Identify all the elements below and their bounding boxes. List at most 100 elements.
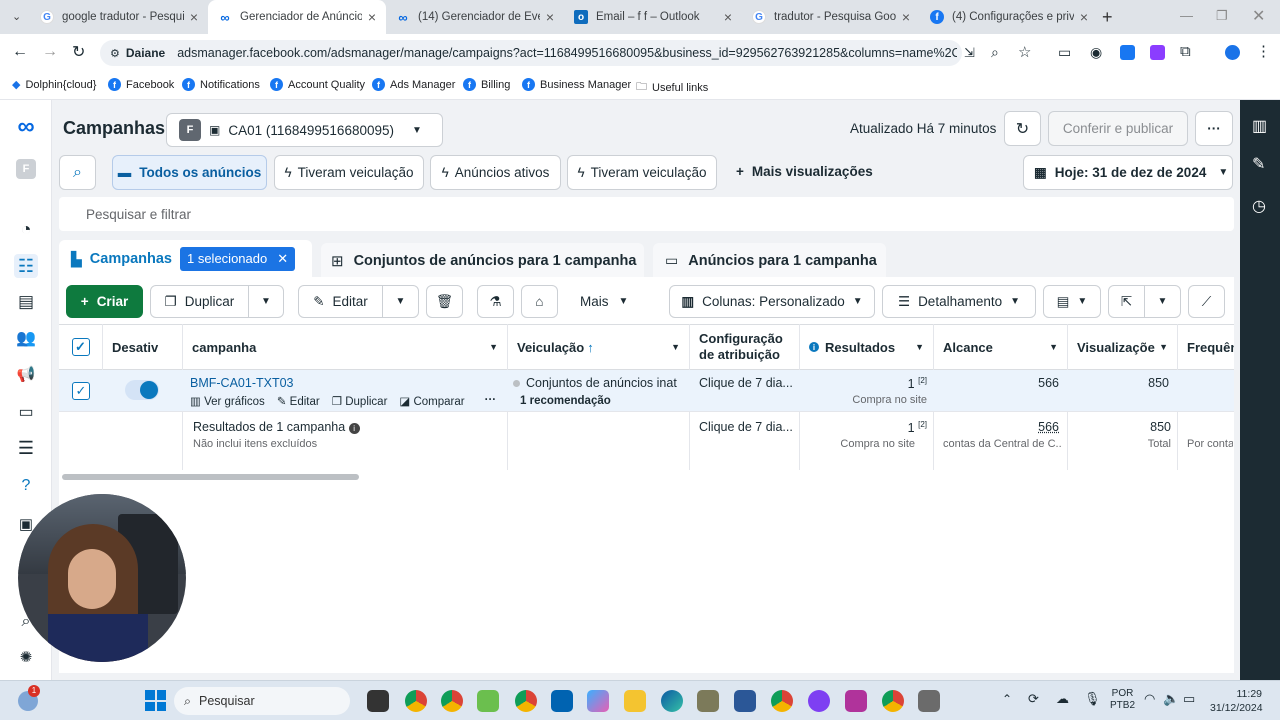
- tray-sync-icon[interactable]: ⟳: [1028, 691, 1039, 707]
- store-icon[interactable]: [551, 690, 573, 712]
- col-frequency[interactable]: Frequên: [1178, 324, 1234, 370]
- reload-icon[interactable]: ↻: [72, 42, 85, 62]
- profile-avatar-icon[interactable]: [1225, 45, 1240, 60]
- close-window-icon[interactable]: ✕: [1252, 6, 1265, 26]
- language-indicator[interactable]: POR PTB2: [1110, 688, 1135, 712]
- windows-start-icon[interactable]: [145, 690, 166, 711]
- refresh-button[interactable]: ↻: [1004, 111, 1041, 146]
- browser-menu-icon[interactable]: ⋮: [1256, 42, 1271, 60]
- overview-gauge-icon[interactable]: ◔: [14, 217, 38, 241]
- duplicate-button[interactable]: ❐ Duplicar: [150, 285, 249, 318]
- chart-button[interactable]: ⟋: [1188, 285, 1225, 318]
- extension-d-icon[interactable]: [1120, 45, 1135, 60]
- col-reach[interactable]: Alcance ▼: [934, 324, 1068, 370]
- horizontal-scrollbar[interactable]: [62, 474, 359, 480]
- campaign-toggle[interactable]: [125, 380, 159, 400]
- app-icon[interactable]: [845, 690, 867, 712]
- reports-button[interactable]: ▤ ▼: [1043, 285, 1101, 318]
- meta-logo-icon[interactable]: ∞: [10, 113, 42, 140]
- columns-button[interactable]: ▥ Colunas: Personalizado ▼: [669, 285, 875, 318]
- row-more-icon[interactable]: ···: [485, 394, 497, 408]
- site-info-icon[interactable]: ⚙: [110, 47, 120, 60]
- col-results[interactable]: i Resultados ▼: [800, 324, 934, 370]
- campaigns-table-icon[interactable]: ☷: [14, 254, 38, 278]
- audiences-icon[interactable]: 👥: [14, 326, 38, 350]
- tray-network-icon[interactable]: ☁: [1056, 691, 1069, 707]
- browser-tab[interactable]: G google tradutor - Pesquisa ×: [30, 0, 208, 34]
- tray-chevron-icon[interactable]: ⌃: [1002, 692, 1012, 706]
- bookmark-star-icon[interactable]: ☆: [1018, 43, 1031, 61]
- back-icon[interactable]: ←: [12, 43, 28, 61]
- bookmark-item[interactable]: f Business Manager: [522, 78, 631, 91]
- volume-icon[interactable]: 🔈: [1163, 691, 1179, 707]
- history-panel-icon[interactable]: ◷: [1252, 196, 1266, 216]
- bookmark-item[interactable]: ◆ Dolphin{cloud}: [12, 78, 96, 92]
- col-campaign[interactable]: campanha ▼: [183, 324, 508, 370]
- task-view-icon[interactable]: [367, 690, 389, 712]
- date-range-picker[interactable]: ▦ Hoje: 31 de dez de 2024 ▼: [1023, 155, 1233, 190]
- campaign-name-link[interactable]: BMF-CA01-TXT03: [190, 376, 294, 390]
- address-bar[interactable]: ⚙ Daiane adsmanager.facebook.com/adsmana…: [100, 40, 962, 66]
- chrome-icon[interactable]: [515, 690, 537, 712]
- install-app-icon[interactable]: ⇲: [964, 45, 975, 61]
- clear-selection-icon[interactable]: ✕: [277, 251, 288, 267]
- close-tab-icon[interactable]: ×: [724, 9, 732, 25]
- edit-button[interactable]: ✎ Editar: [298, 285, 383, 318]
- bookmark-item[interactable]: f Account Quality: [270, 78, 365, 91]
- tray-mic-icon[interactable]: 🎙: [1084, 691, 1101, 707]
- tab-adsets[interactable]: ⊞ Conjuntos de anúncios para 1 campanha: [321, 243, 644, 278]
- forward-icon[interactable]: →: [42, 43, 58, 61]
- view-delivered-button[interactable]: ϟ Tiveram veiculação: [274, 155, 424, 190]
- chrome-icon[interactable]: [771, 690, 793, 712]
- select-all-checkbox[interactable]: ✓: [71, 338, 90, 356]
- megaphone-icon[interactable]: 📢: [14, 362, 38, 386]
- minimize-icon[interactable]: —: [1180, 8, 1193, 23]
- more-actions-button[interactable]: Mais ▼: [580, 294, 628, 309]
- ab-test-button[interactable]: ⚗: [477, 285, 514, 318]
- account-avatar[interactable]: F: [16, 159, 36, 179]
- recommendation-link[interactable]: 1 recomendação: [520, 395, 611, 407]
- create-button[interactable]: + Criar: [66, 285, 143, 318]
- view-charts-link[interactable]: ▥ Ver gráficos: [190, 394, 265, 408]
- browser-tab[interactable]: f (4) Configurações e privac ×: [920, 0, 1098, 34]
- close-tab-icon[interactable]: ×: [368, 9, 376, 25]
- chrome-icon[interactable]: [882, 690, 904, 712]
- edit-panel-icon[interactable]: ✎: [1252, 154, 1265, 174]
- browser-tab-active[interactable]: ∞ Gerenciador de Anúncios - ×: [208, 0, 386, 34]
- taskbar-search[interactable]: ⌕ Pesquisar: [174, 687, 350, 715]
- billing-card-icon[interactable]: ▭: [14, 400, 38, 424]
- battery-icon[interactable]: ▭: [1183, 691, 1195, 707]
- all-tools-menu-icon[interactable]: ☰: [14, 436, 38, 460]
- review-publish-button[interactable]: Conferir e publicar: [1048, 111, 1188, 146]
- tab-ads[interactable]: ▭ Anúncios para 1 campanha: [653, 243, 886, 278]
- close-tab-icon[interactable]: ×: [190, 9, 198, 25]
- duplicate-link[interactable]: ❐ Duplicar: [332, 394, 388, 408]
- chrome-icon[interactable]: [405, 690, 427, 712]
- edge-icon[interactable]: [661, 690, 683, 712]
- account-selector[interactable]: F ▣ CA01 (1168499516680095) ▼: [166, 113, 443, 147]
- extension-d2-icon[interactable]: [1150, 45, 1165, 60]
- clock[interactable]: 11:29 31/12/2024: [1210, 687, 1263, 715]
- file-explorer-icon[interactable]: [624, 690, 646, 712]
- search-button[interactable]: ⌕: [59, 155, 96, 190]
- zoom-icon[interactable]: ⌕: [991, 44, 999, 61]
- view-delivered-2-button[interactable]: ϟ Tiveram veiculação: [567, 155, 717, 190]
- bookmark-item[interactable]: f Facebook: [108, 78, 174, 91]
- tab-search-button[interactable]: ⌄: [12, 10, 21, 23]
- export-dropdown[interactable]: ▼: [1144, 285, 1181, 318]
- compare-link[interactable]: ◪ Comparar: [399, 394, 464, 408]
- extensions-puzzle-icon[interactable]: ⧉: [1180, 43, 1191, 60]
- browser-tab[interactable]: o Email – f f – Outlook ×: [564, 0, 742, 34]
- col-attribution[interactable]: Configuração de atribuição: [690, 324, 800, 370]
- row-checkbox[interactable]: ✓: [72, 382, 90, 400]
- maximize-icon[interactable]: ❐: [1216, 8, 1228, 24]
- browser-tab[interactable]: G tradutor - Pesquisa Google ×: [742, 0, 920, 34]
- search-filter-input[interactable]: Pesquisar e filtrar: [59, 197, 1234, 231]
- tab-campaigns[interactable]: ▙ Campanhas 1 selecionado ✕: [59, 240, 312, 278]
- close-tab-icon[interactable]: ×: [902, 9, 910, 25]
- more-options-button[interactable]: ···: [1195, 111, 1233, 146]
- more-views-button[interactable]: + Mais visualizações: [736, 164, 873, 179]
- calculator-icon[interactable]: [918, 690, 940, 712]
- bookmark-item[interactable]: f Ads Manager: [372, 78, 455, 91]
- close-tab-icon[interactable]: ×: [1080, 9, 1088, 25]
